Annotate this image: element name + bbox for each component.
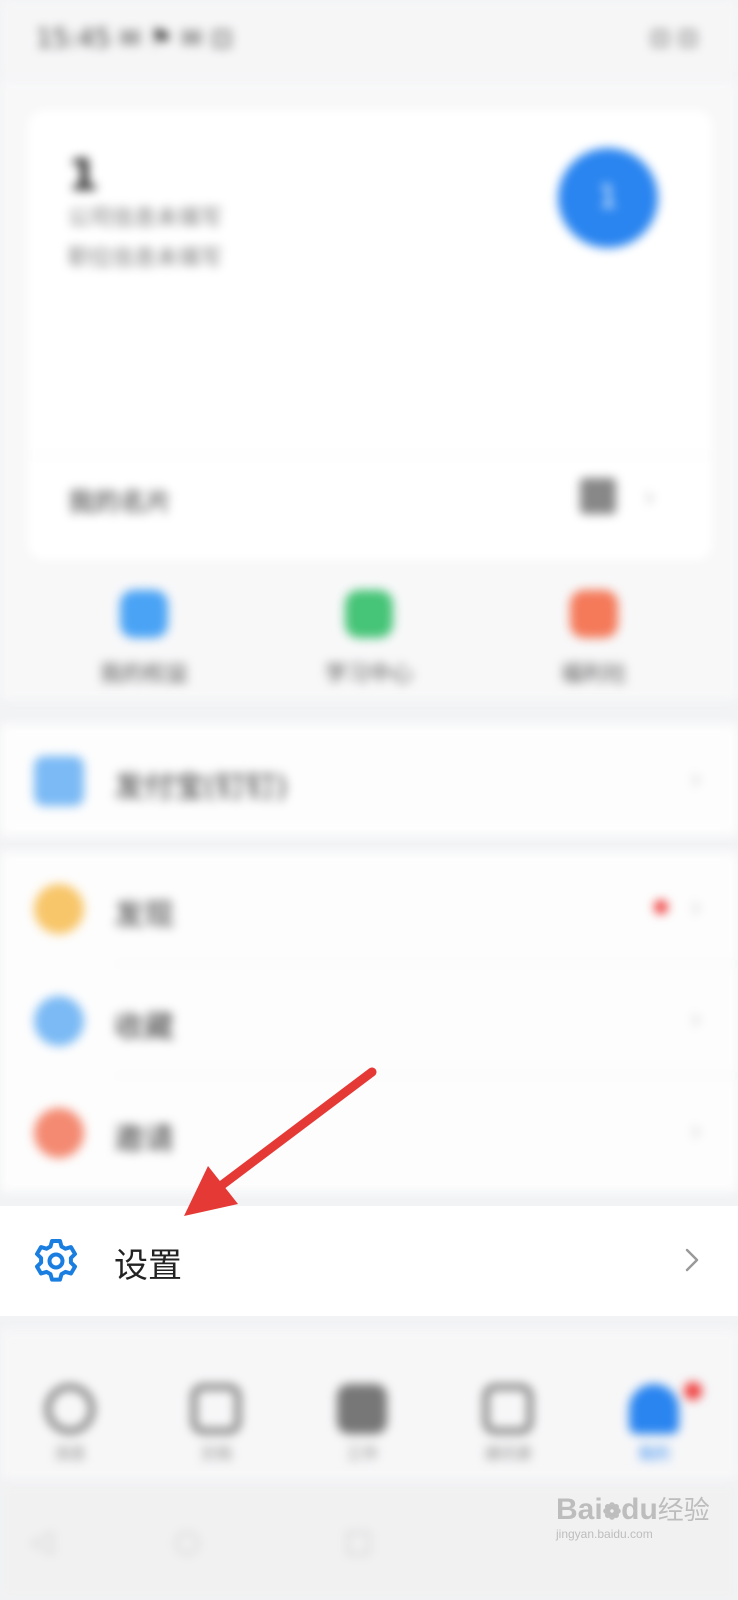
list-item-favorites[interactable]: 收藏 › xyxy=(0,964,738,1076)
gear-icon xyxy=(35,1239,77,1282)
tab-label: 我的 xyxy=(637,1444,670,1463)
battery-icon: ⊡ ⊡ xyxy=(650,24,698,52)
me-icon xyxy=(629,1384,679,1434)
docs-icon xyxy=(191,1384,241,1434)
card-icon xyxy=(34,756,84,806)
qr-code-icon[interactable] xyxy=(580,478,616,514)
status-time: 15:45 ✉ ⚑ ✉ ⊡ xyxy=(36,24,233,54)
chevron-right-icon: › xyxy=(644,480,656,513)
tab-badge xyxy=(684,1382,702,1400)
quick-action-benefits[interactable]: 我的权益 xyxy=(24,590,264,690)
quick-action-label: 我的权益 xyxy=(99,662,188,687)
list-item-payment[interactable]: 发付宝(钉钉) › xyxy=(0,724,738,836)
quick-action-label: 学习中心 xyxy=(324,662,413,687)
watermark-brand: du xyxy=(621,1493,658,1526)
profile-card[interactable]: 1 公司信息未填写 职位信息未填写 1 我的名片 › xyxy=(28,110,712,560)
list-group-1: 发付宝(钉钉) › xyxy=(0,724,738,836)
watermark-brand: 经验 xyxy=(657,1496,710,1526)
list-group-2: 发现 › 收藏 › 邀请 › xyxy=(0,852,738,1192)
tab-label: 消息 xyxy=(53,1444,86,1463)
list-item-discover[interactable]: 发现 › xyxy=(0,852,738,964)
welfare-icon xyxy=(570,590,618,638)
quick-action-label: 福利社 xyxy=(560,662,627,687)
profile-company: 公司信息未填写 xyxy=(68,206,223,231)
tab-docs[interactable]: 文档 xyxy=(166,1384,266,1464)
watermark-brand: Bai xyxy=(556,1493,603,1526)
card-divider xyxy=(28,455,712,456)
list-item-label: 邀请 xyxy=(114,1122,174,1157)
benefits-icon xyxy=(120,590,168,638)
watermark: Bai❁du经验 jingyan.baidu.com xyxy=(556,1490,716,1570)
chevron-right-icon: › xyxy=(690,1114,702,1149)
notification-dot xyxy=(654,900,668,914)
tab-label: 工作 xyxy=(345,1444,378,1463)
chevron-right-icon xyxy=(685,1248,699,1272)
tab-contacts[interactable]: 通讯录 xyxy=(458,1384,558,1464)
chevron-right-icon: › xyxy=(690,1002,702,1037)
watermark-url: jingyan.baidu.com xyxy=(556,1527,653,1541)
avatar[interactable]: 1 xyxy=(558,148,658,248)
my-card-label[interactable]: 我的名片 xyxy=(68,482,172,519)
list-item-invite[interactable]: 邀请 › xyxy=(0,1076,738,1188)
tab-label: 文档 xyxy=(199,1444,232,1463)
profile-position: 职位信息未填写 xyxy=(68,246,223,271)
discover-icon xyxy=(34,884,84,934)
back-icon[interactable]: ◁ xyxy=(30,1524,53,1559)
list-item-label: 发现 xyxy=(114,898,174,933)
work-icon xyxy=(337,1384,387,1434)
chevron-right-icon: › xyxy=(690,762,702,797)
chevron-right-icon: › xyxy=(690,890,702,925)
recent-apps-icon[interactable]: □ xyxy=(344,1524,372,1559)
tab-messages[interactable]: 消息 xyxy=(20,1384,120,1464)
message-icon xyxy=(45,1384,95,1434)
quick-action-welfare[interactable]: 福利社 xyxy=(474,590,714,690)
status-bar: 15:45 ✉ ⚑ ✉ ⊡ ⊡ ⊡ xyxy=(0,0,738,80)
invite-icon xyxy=(34,1108,84,1158)
settings-label: 设置 xyxy=(114,1246,182,1286)
learning-icon xyxy=(345,590,393,638)
tab-label: 通讯录 xyxy=(483,1444,532,1463)
contacts-icon xyxy=(483,1384,533,1434)
list-item-label: 发付宝(钉钉) xyxy=(114,770,288,805)
tab-bar: 消息 文档 工作 通讯录 我的 xyxy=(0,1330,738,1480)
list-item-label: 收藏 xyxy=(114,1010,174,1045)
list-item-settings[interactable]: 设置 xyxy=(0,1206,738,1316)
home-icon[interactable]: ○ xyxy=(174,1524,200,1559)
quick-action-learning[interactable]: 学习中心 xyxy=(249,590,489,690)
tab-work[interactable]: 工作 xyxy=(312,1384,412,1464)
profile-name: 1 xyxy=(68,150,99,201)
paw-icon: ❁ xyxy=(602,1499,622,1524)
favorites-icon xyxy=(34,996,84,1046)
